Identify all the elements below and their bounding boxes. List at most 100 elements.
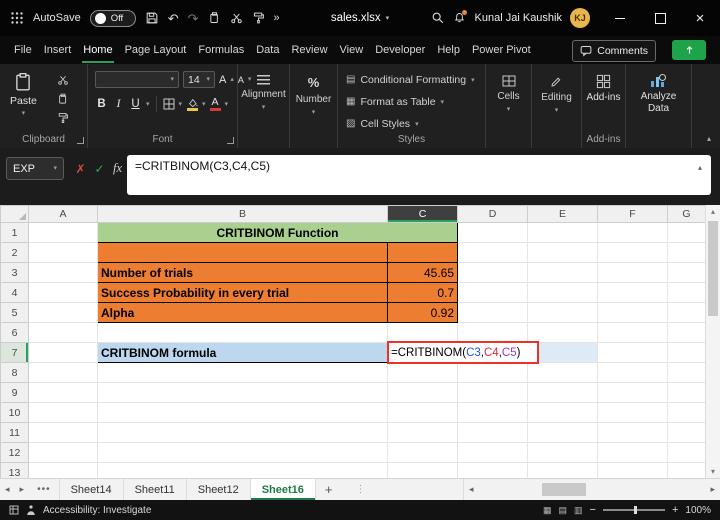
cell[interactable] (598, 323, 668, 343)
cell[interactable] (528, 443, 598, 463)
row-header[interactable]: 1 (1, 223, 29, 243)
scroll-up-icon[interactable]: ▴ (706, 207, 720, 216)
vertical-scroll-thumb[interactable] (708, 221, 718, 316)
cell[interactable] (29, 243, 98, 263)
cell[interactable] (458, 403, 528, 423)
cell[interactable] (598, 263, 668, 283)
cell[interactable] (528, 263, 598, 283)
cell[interactable] (388, 383, 458, 403)
cell[interactable] (29, 283, 98, 303)
notification-bell-icon[interactable] (453, 11, 466, 25)
editing-collapsed-button[interactable]: Editing ▾ (532, 64, 581, 148)
borders-icon[interactable] (163, 98, 175, 110)
app-grid-icon[interactable] (10, 11, 24, 25)
cell[interactable] (98, 443, 388, 463)
cell[interactable] (528, 383, 598, 403)
italic-button[interactable]: I (112, 98, 125, 110)
cell[interactable] (668, 223, 706, 243)
vertical-scrollbar[interactable]: ▴ ▾ (705, 205, 720, 478)
cell[interactable] (598, 463, 668, 479)
cell[interactable] (458, 423, 528, 443)
zoom-level[interactable]: 100% (685, 505, 711, 516)
format-as-table-button[interactable]: ▦ Format as Table▾ (346, 96, 444, 108)
cell[interactable] (29, 323, 98, 343)
row-header[interactable]: 5 (1, 303, 29, 323)
row-header[interactable]: 8 (1, 363, 29, 383)
col-header-A[interactable]: A (29, 206, 98, 223)
cell[interactable] (528, 323, 598, 343)
chevron-down-icon[interactable]: ▾ (225, 101, 229, 108)
chevron-down-icon[interactable]: ▾ (179, 101, 183, 108)
zoom-slider[interactable] (603, 509, 665, 511)
dialog-launcher-icon[interactable] (77, 137, 84, 144)
cell-B5[interactable]: Alpha (98, 303, 388, 323)
tab-splitter-icon[interactable]: ⋮ (356, 484, 366, 495)
grow-font-icon[interactable]: A (219, 74, 226, 86)
cell-B3[interactable]: Number of trials (98, 263, 388, 283)
cell[interactable] (458, 243, 528, 263)
cell[interactable] (29, 263, 98, 283)
cell[interactable] (668, 303, 706, 323)
redo-icon[interactable]: ↷ (188, 12, 199, 25)
cell[interactable] (528, 423, 598, 443)
file-title[interactable]: sales.xlsx ▾ (331, 0, 389, 36)
cell[interactable] (29, 223, 98, 243)
cell[interactable] (388, 443, 458, 463)
cell[interactable] (388, 463, 458, 479)
font-color-icon[interactable]: A (210, 97, 221, 112)
col-header-G[interactable]: G (668, 206, 706, 223)
cell[interactable] (598, 283, 668, 303)
enter-icon[interactable]: ✓ (91, 157, 108, 180)
col-header-C[interactable]: C (388, 206, 458, 223)
sheet-nav-right-icon[interactable]: ▸ (15, 484, 30, 495)
cell[interactable] (98, 323, 388, 343)
select-all-corner[interactable] (1, 206, 29, 223)
tab-page-layout[interactable]: Page Layout (119, 36, 193, 64)
normal-view-icon[interactable]: ▦ (543, 506, 552, 515)
cell[interactable] (668, 443, 706, 463)
tab-data[interactable]: Data (250, 36, 285, 64)
cell[interactable] (388, 363, 458, 383)
scroll-right-icon[interactable]: ▸ (705, 484, 720, 495)
sheet-tab-sheet12[interactable]: Sheet12 (187, 479, 251, 500)
cell[interactable] (668, 323, 706, 343)
sheet-tab-sheet14[interactable]: Sheet14 (59, 479, 124, 500)
col-header-B[interactable]: B (98, 206, 388, 223)
row-header[interactable]: 7 (1, 343, 29, 363)
close-button[interactable]: × (680, 0, 720, 36)
cell-B7[interactable]: CRITBINOM formula (98, 343, 388, 363)
cell[interactable] (668, 383, 706, 403)
sheet-tab-sheet11[interactable]: Sheet11 (124, 479, 187, 500)
cell[interactable] (528, 403, 598, 423)
cell[interactable] (668, 263, 706, 283)
cell[interactable] (388, 403, 458, 423)
font-name-combo[interactable]: ▾ (95, 71, 179, 88)
qat-more-icon[interactable]: » (274, 13, 280, 24)
cell[interactable] (98, 363, 388, 383)
format-painter-icon[interactable] (252, 11, 265, 25)
cell[interactable] (598, 423, 668, 443)
collapse-ribbon-icon[interactable]: ▴ (707, 134, 711, 143)
cell[interactable] (598, 243, 668, 263)
tab-help[interactable]: Help (431, 36, 466, 64)
cell-title-B1C1[interactable]: CRITBINOM Function (98, 223, 458, 243)
cell[interactable] (598, 223, 668, 243)
undo-icon[interactable]: ↶ (168, 12, 179, 25)
new-sheet-button[interactable]: + (316, 482, 342, 497)
tab-home[interactable]: Home (77, 36, 118, 64)
cell[interactable] (668, 403, 706, 423)
cell[interactable] (29, 363, 98, 383)
cells-collapsed-button[interactable]: Cells ▾ (486, 64, 531, 148)
number-collapsed-button[interactable]: % Number ▾ (290, 64, 337, 148)
row-header[interactable]: 6 (1, 323, 29, 343)
autosave-toggle[interactable]: Off (90, 10, 136, 27)
cut-icon[interactable] (54, 72, 72, 87)
cell[interactable] (598, 343, 668, 363)
row-header[interactable]: 13 (1, 463, 29, 479)
alignment-collapsed-button[interactable]: Alignment ▾ (238, 64, 289, 148)
cell[interactable] (458, 383, 528, 403)
cell[interactable] (98, 423, 388, 443)
copy-icon[interactable] (54, 91, 72, 106)
cell[interactable] (668, 423, 706, 443)
row-header[interactable]: 4 (1, 283, 29, 303)
